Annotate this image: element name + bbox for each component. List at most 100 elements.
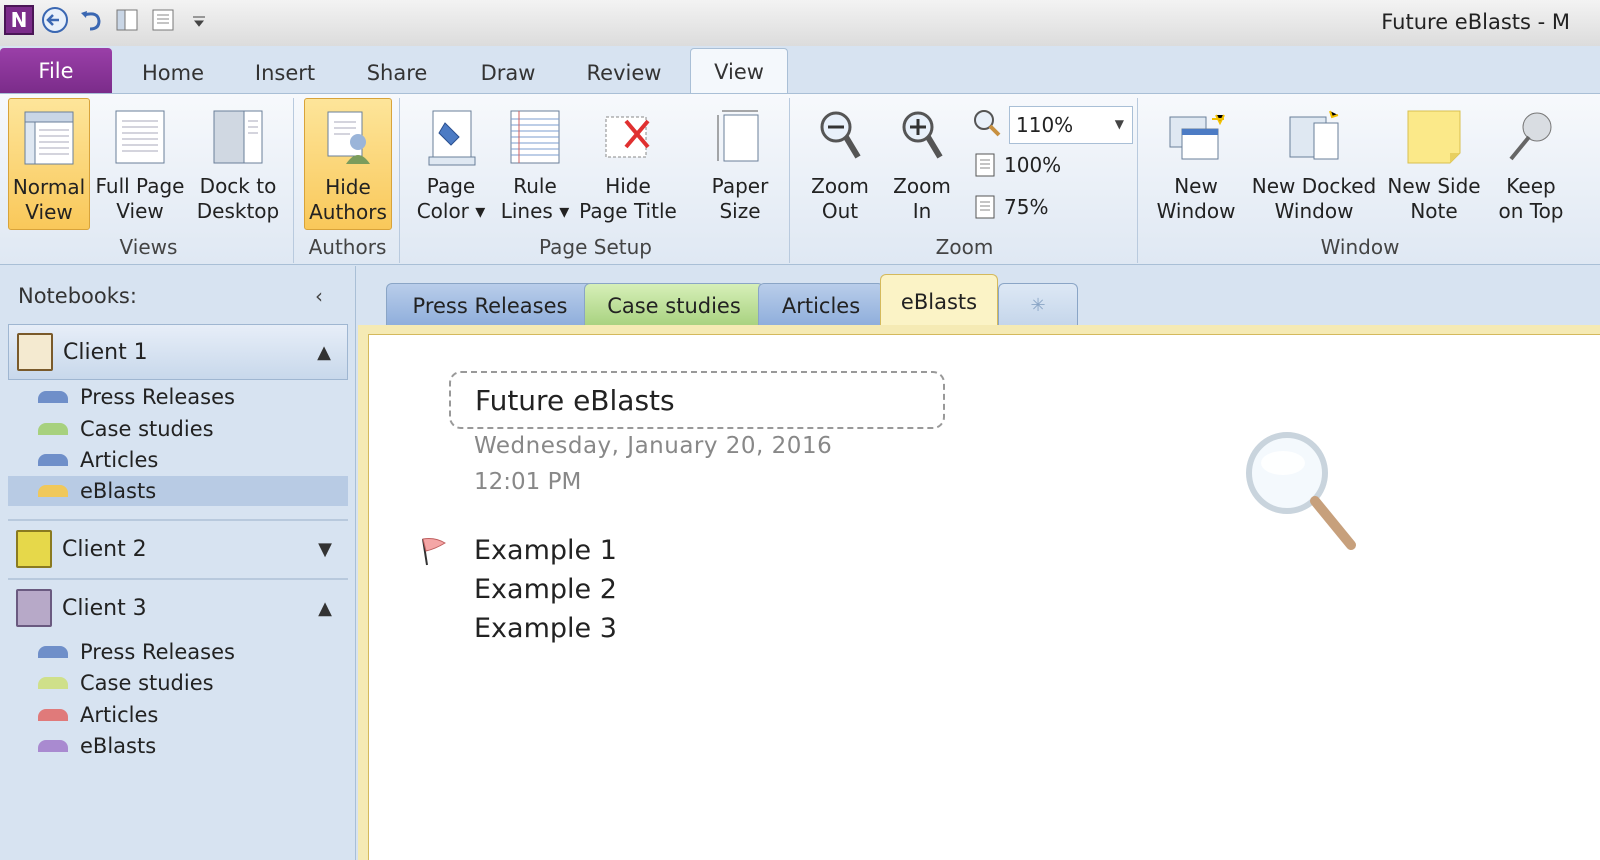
list-item[interactable]: Example 2 (474, 574, 617, 605)
notebook-name: Client 2 (62, 536, 147, 562)
window-group: New Window New Docked Window New Side No… (1140, 98, 1600, 263)
dock-to-desktop-icon (208, 104, 268, 170)
undo-icon[interactable] (76, 5, 106, 35)
new-docked-label-1: New Docked (1251, 174, 1377, 198)
section-item-current[interactable]: eBlasts (8, 476, 348, 506)
tab-draw[interactable]: Draw (468, 52, 548, 93)
page-time: 12:01 PM (474, 469, 582, 495)
section-tabs: Press Releases Case studies Articles eBl… (356, 266, 1600, 328)
full-page-label-1: Full Page (95, 174, 185, 198)
title-bar: N Future eBlasts - M (0, 0, 1600, 46)
new-docked-label-2: Window (1274, 199, 1354, 223)
side-note-icon (1404, 104, 1464, 170)
back-icon[interactable] (40, 5, 70, 35)
section-tab-eblasts[interactable]: eBlasts (880, 274, 998, 328)
chevron-down-icon[interactable]: ▼ (1115, 117, 1124, 131)
notebook-client-2[interactable]: Client 2 ▼ (8, 521, 348, 577)
zoom-out-button[interactable]: Zoom Out (800, 98, 880, 230)
zoom-magnifier-icon (972, 108, 1002, 138)
notebook-client-1[interactable]: Client 1 ▲ (8, 324, 348, 380)
page-color-button[interactable]: Page Color ▾ (408, 98, 494, 230)
section-item[interactable]: Case studies (8, 668, 348, 698)
authors-group: Hide Authors Authors (296, 98, 400, 263)
zoom-group: Zoom Out Zoom In 110% ▼ 100% 75% Zoom (792, 98, 1138, 263)
page-canvas[interactable]: Future eBlasts Wednesday, January 20, 20… (368, 334, 1600, 860)
normal-view-label-1: Normal (12, 175, 86, 199)
section-label: Press Releases (80, 640, 235, 664)
dock-view-icon[interactable] (112, 5, 142, 35)
new-docked-window-icon (1284, 104, 1344, 170)
section-tab-icon (38, 391, 68, 403)
new-window-button[interactable]: New Window (1148, 98, 1244, 230)
new-side-note-button[interactable]: New Side Note (1384, 98, 1484, 230)
quick-access-toolbar: N (4, 5, 214, 35)
zoom-in-label-1: Zoom (893, 174, 951, 198)
page-color-icon (421, 104, 481, 170)
page-color-label-1: Page (426, 174, 476, 198)
hide-page-title-button[interactable]: Hide Page Title (578, 98, 678, 230)
full-page-view-icon (110, 104, 170, 170)
tab-home[interactable]: Home (130, 52, 216, 93)
section-item[interactable]: Press Releases (8, 382, 348, 412)
notebook-navigation-pane: Notebooks: ‹ Client 1 ▲ Press Releases C… (0, 266, 356, 860)
section-tab-articles[interactable]: Articles (758, 283, 884, 327)
window-group-label: Window (1320, 235, 1400, 259)
notebook-client-3[interactable]: Client 3 ▲ (8, 580, 348, 636)
section-item[interactable]: Articles (8, 700, 348, 730)
new-docked-window-button[interactable]: New Docked Window (1248, 98, 1380, 230)
tab-view[interactable]: View (690, 48, 788, 94)
hide-authors-button[interactable]: Hide Authors (304, 98, 392, 230)
section-label: Articles (80, 703, 159, 727)
collapse-pane-icon[interactable]: ‹ (315, 284, 323, 308)
open-notebook-icon (17, 333, 53, 371)
normal-view-button[interactable]: Normal View (8, 98, 90, 230)
new-window-label-1: New (1174, 174, 1218, 198)
zoom-out-label-2: Out (821, 199, 859, 223)
full-page-icon[interactable] (148, 5, 178, 35)
zoom-level-select[interactable]: 110% ▼ (1009, 106, 1133, 144)
hide-page-title-icon (598, 104, 658, 170)
page-title[interactable]: Future eBlasts (449, 371, 945, 429)
section-item[interactable]: Articles (8, 445, 348, 475)
full-page-view-button[interactable]: Full Page View (94, 98, 186, 230)
search-magnifier-icon[interactable] (1239, 425, 1379, 569)
list-item[interactable]: Example 1 (474, 535, 617, 566)
rule-lines-icon (505, 104, 565, 170)
zoom-in-button[interactable]: Zoom In (882, 98, 962, 230)
section-tab-icon (38, 454, 68, 466)
zoom-100-button[interactable]: 100% (972, 152, 1061, 178)
zoom-75-button[interactable]: 75% (972, 194, 1048, 220)
chevron-up-icon[interactable]: ▲ (318, 598, 332, 619)
keep-on-top-button[interactable]: Keep on Top (1488, 98, 1574, 230)
paper-size-icon (710, 104, 770, 170)
tab-share[interactable]: Share (356, 52, 438, 93)
chevron-down-icon[interactable]: ▼ (318, 539, 332, 560)
full-page-label-2: View (116, 199, 164, 223)
dock-to-desktop-button[interactable]: Dock to Desktop (190, 98, 286, 230)
tab-review[interactable]: Review (576, 52, 672, 93)
app-logo-letter: N (10, 8, 28, 32)
list-item[interactable]: Example 3 (474, 613, 617, 644)
section-tab-case-studies[interactable]: Case studies (584, 283, 764, 327)
section-label: Articles (80, 448, 159, 472)
paper-size-button[interactable]: Paper Size (696, 98, 784, 230)
section-item[interactable]: Press Releases (8, 637, 348, 667)
customize-qat-icon[interactable] (184, 5, 214, 35)
section-item[interactable]: Case studies (8, 414, 348, 444)
pushpin-icon (1501, 104, 1561, 170)
onenote-logo-icon[interactable]: N (4, 5, 34, 35)
tab-file[interactable]: File (0, 48, 112, 93)
section-tab-icon (38, 646, 68, 658)
section-item[interactable]: eBlasts (8, 731, 348, 761)
section-tab-press-releases[interactable]: Press Releases (386, 283, 594, 327)
chevron-up-icon[interactable]: ▲ (317, 342, 331, 363)
tab-insert[interactable]: Insert (240, 52, 330, 93)
section-label: Case studies (80, 417, 214, 441)
page-100-icon (975, 153, 995, 177)
rule-lines-text: Lines (500, 199, 553, 223)
section-tab-icon (38, 677, 68, 689)
rule-lines-button[interactable]: Rule Lines ▾ (496, 98, 574, 230)
window-title: Future eBlasts - M (1381, 10, 1570, 34)
zoom-level-value: 110% (1016, 113, 1074, 137)
new-section-tab[interactable]: ✳ (998, 283, 1078, 327)
